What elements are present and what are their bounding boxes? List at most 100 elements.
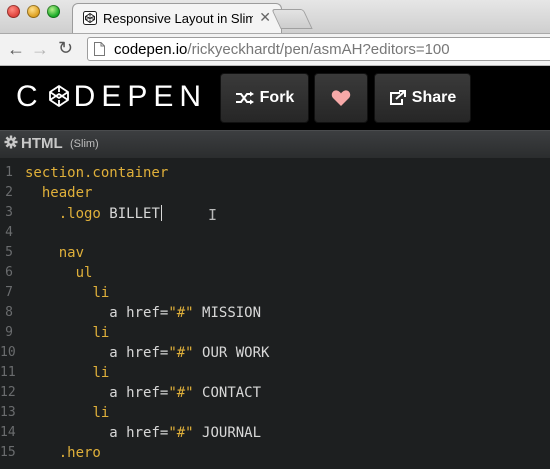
code-text: section.container	[25, 165, 168, 181]
codepen-favicon-icon	[83, 11, 97, 25]
code-keyword: nav	[58, 245, 85, 261]
html-pane-bar: HTML (Slim)	[0, 130, 550, 159]
close-window-button[interactable]	[7, 5, 20, 18]
code-text: nav	[25, 245, 84, 261]
code-text: header	[25, 185, 93, 201]
code-string: "#"	[168, 345, 194, 361]
code-text: li	[25, 365, 109, 381]
codepen-logo-mark-icon	[48, 85, 69, 107]
share-button[interactable]: Share	[374, 73, 471, 123]
code-text: a href="#" CONTACT	[25, 385, 261, 401]
code-text: a href="#" MISSION	[25, 305, 261, 321]
url-text[interactable]: codepen.io/rickyeckhardt/pen/asmAH?edito…	[114, 41, 450, 58]
code-keyword: ul	[75, 265, 93, 281]
share-label: Share	[411, 89, 457, 106]
code-line[interactable]: 10 a href="#" OUR WORK	[0, 344, 550, 364]
url-bar[interactable]: codepen.io/rickyeckhardt/pen/asmAH?edito…	[87, 37, 550, 61]
code-plain-text: BILLET	[100, 206, 160, 222]
url-path: /rickyeckhardt/pen/asmAH?editors=100	[187, 41, 450, 58]
pane-subtitle: (Slim)	[70, 138, 99, 150]
code-line[interactable]: 13 li	[0, 404, 550, 424]
codepen-logo[interactable]: C DEPEN	[16, 80, 207, 114]
fork-button[interactable]: Fork	[220, 73, 309, 123]
code-text: li	[25, 405, 109, 421]
code-keyword: li	[92, 285, 110, 301]
code-keyword: header	[41, 185, 93, 201]
code-line[interactable]: 2 header	[0, 184, 550, 204]
code-plain-text: MISSION	[193, 305, 262, 321]
share-icon	[389, 90, 406, 105]
url-domain: codepen.io	[114, 41, 188, 58]
logo-letter: C	[16, 80, 44, 113]
line-number: 6	[5, 265, 13, 280]
code-line[interactable]: 15 .hero	[0, 444, 550, 464]
code-text: a href="#" OUR WORK	[25, 345, 269, 361]
forward-arrow-icon[interactable]: →	[31, 39, 49, 60]
code-attribute: a href=	[109, 385, 169, 401]
code-plain-text: JOURNAL	[193, 425, 262, 441]
code-keyword: li	[92, 325, 110, 341]
gear-icon[interactable]	[4, 135, 18, 149]
logo-text: DEPEN	[73, 80, 208, 113]
page-icon	[94, 42, 105, 56]
heart-button[interactable]	[314, 73, 368, 123]
line-number: 4	[5, 225, 13, 240]
codepen-header: C DEPEN Fork Share	[0, 66, 550, 130]
code-keyword: li	[92, 365, 110, 381]
tab-close-icon[interactable]: ✕	[259, 9, 271, 26]
code-text: a href="#" JOURNAL	[25, 425, 261, 441]
code-string: "#"	[168, 385, 194, 401]
code-line[interactable]: 7 li	[0, 284, 550, 304]
line-number: 8	[5, 305, 13, 320]
code-line[interactable]: 11 li	[0, 364, 550, 384]
code-line[interactable]: 3 .logo BILLET	[0, 204, 550, 224]
heart-icon	[331, 90, 351, 106]
code-line[interactable]: 12 a href="#" CONTACT	[0, 384, 550, 404]
pane-title: HTML	[21, 135, 63, 152]
line-number: 1	[5, 165, 13, 180]
code-string: "#"	[168, 305, 194, 321]
code-keyword: li	[92, 405, 110, 421]
code-attribute: a href=	[109, 425, 169, 441]
fork-icon	[235, 91, 254, 105]
code-text: .logo BILLET	[25, 205, 162, 222]
zoom-window-button[interactable]	[47, 5, 60, 18]
code-text: li	[25, 285, 109, 301]
code-text: .hero	[25, 445, 101, 461]
line-number: 2	[5, 185, 13, 200]
code-editor[interactable]: I 1 section.container 2 header 3 .logo BILL…	[0, 158, 550, 469]
code-line[interactable]: 4	[0, 224, 550, 244]
line-number: 7	[5, 285, 13, 300]
code-keyword: .hero	[58, 445, 101, 461]
line-number: 14	[0, 425, 16, 440]
address-toolbar: ← → ↻ codepen.io/rickyeckhardt/pen/asmAH…	[0, 34, 550, 66]
code-text: ul	[25, 265, 93, 281]
line-number: 15	[0, 445, 16, 460]
code-line[interactable]: 1 section.container	[0, 164, 550, 184]
code-line[interactable]: 8 a href="#" MISSION	[0, 304, 550, 324]
line-number: 11	[0, 365, 16, 380]
line-number: 3	[5, 205, 13, 220]
tab-title: Responsive Layout in Slim	[103, 11, 253, 26]
line-number: 10	[0, 345, 16, 360]
reload-icon[interactable]: ↻	[58, 38, 73, 59]
code-plain-text: CONTACT	[193, 385, 262, 401]
line-number: 13	[0, 405, 16, 420]
code-plain-text: OUR WORK	[193, 345, 270, 361]
text-caret	[160, 205, 162, 221]
back-arrow-icon[interactable]: ←	[7, 39, 25, 60]
code-line[interactable]: 5 nav	[0, 244, 550, 264]
code-line[interactable]: 9 li	[0, 324, 550, 344]
line-number: 5	[5, 245, 13, 260]
minimize-window-button[interactable]	[27, 5, 40, 18]
code-string: "#"	[168, 425, 194, 441]
code-keyword: section.container	[25, 165, 169, 181]
code-keyword: .logo	[58, 206, 101, 222]
code-line[interactable]: 6 ul	[0, 264, 550, 284]
code-attribute: a href=	[109, 305, 169, 321]
code-line[interactable]: 14 a href="#" JOURNAL	[0, 424, 550, 444]
fork-label: Fork	[259, 89, 295, 106]
code-attribute: a href=	[109, 345, 169, 361]
line-number: 9	[5, 325, 13, 340]
browser-tab[interactable]: Responsive Layout in Slim ✕	[72, 3, 282, 33]
